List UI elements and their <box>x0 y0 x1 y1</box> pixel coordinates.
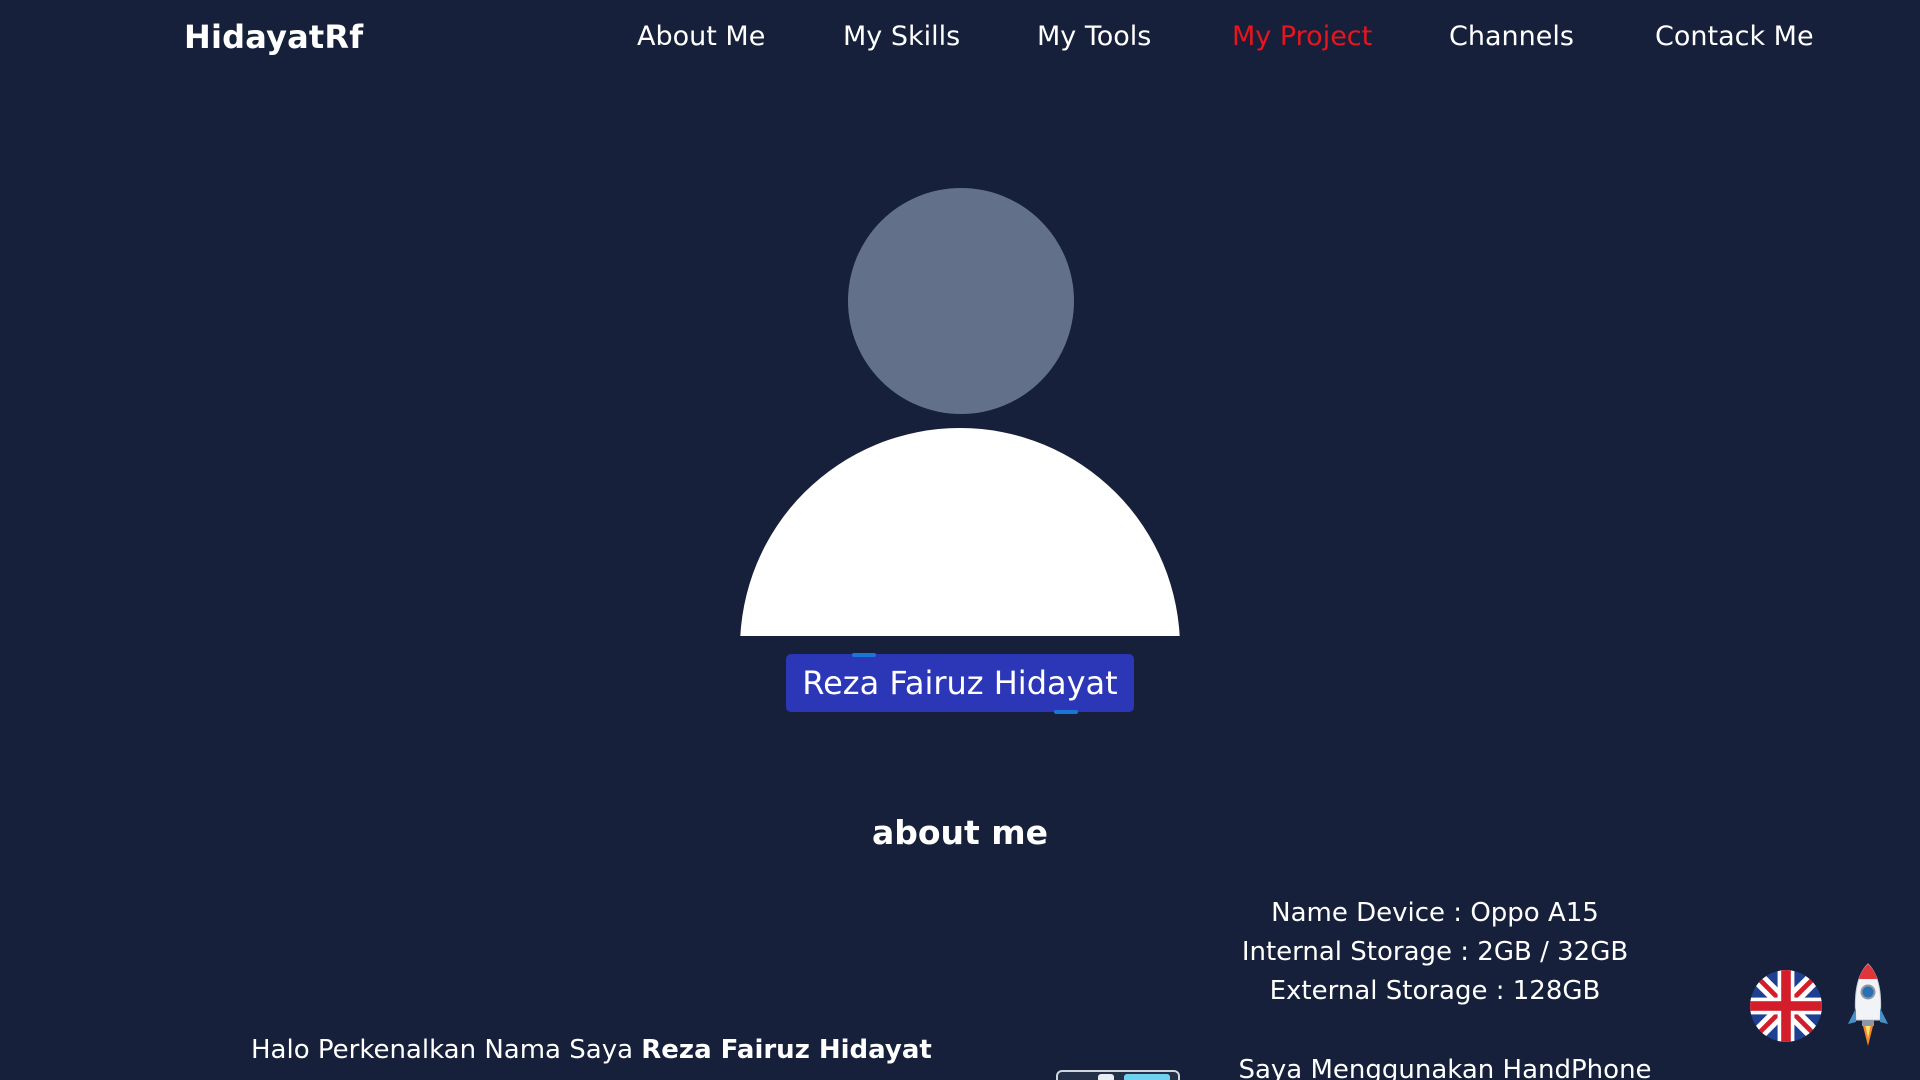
badge-decoration <box>852 653 876 657</box>
about-intro-name: Reza Fairuz Hidayat <box>641 1035 932 1065</box>
device-spec-internal-storage: Internal Storage : 2GB / 32GB <box>1241 937 1629 967</box>
rocket-icon[interactable] <box>1846 962 1890 1048</box>
badge-decoration <box>1054 710 1078 714</box>
about-intro: Halo Perkenalkan Nama Saya Reza Fairuz H… <box>251 1035 932 1065</box>
brand-logo[interactable]: HidayatRf <box>184 18 363 56</box>
about-intro-prefix: Halo Perkenalkan Nama Saya <box>251 1035 634 1065</box>
avatar-head <box>848 188 1074 414</box>
avatar-body <box>740 428 1180 636</box>
device-image <box>1056 1070 1180 1080</box>
nav-link-about-me[interactable]: About Me <box>637 21 765 52</box>
nav-link-my-tools[interactable]: My Tools <box>1037 21 1151 52</box>
nav-link-contack-me[interactable]: Contack Me <box>1655 21 1814 52</box>
device-spec-external-storage: External Storage : 128GB <box>1269 976 1601 1006</box>
page: HidayatRf About Me My Skills My Tools My… <box>0 0 1920 1080</box>
device-spec-name: Name Device : Oppo A15 <box>1271 898 1599 928</box>
profile-avatar <box>740 188 1180 636</box>
uk-flag-icon[interactable] <box>1750 970 1822 1042</box>
nav-link-my-project[interactable]: My Project <box>1232 21 1372 52</box>
navbar: HidayatRf About Me My Skills My Tools My… <box>0 0 1920 80</box>
nav-link-channels[interactable]: Channels <box>1449 21 1574 52</box>
profile-name-badge: Reza Fairuz Hidayat <box>786 654 1134 712</box>
device-caption: Saya Menggunakan HandPhone <box>1238 1055 1652 1080</box>
about-section-title: about me <box>871 813 1049 852</box>
nav-link-my-skills[interactable]: My Skills <box>843 21 960 52</box>
